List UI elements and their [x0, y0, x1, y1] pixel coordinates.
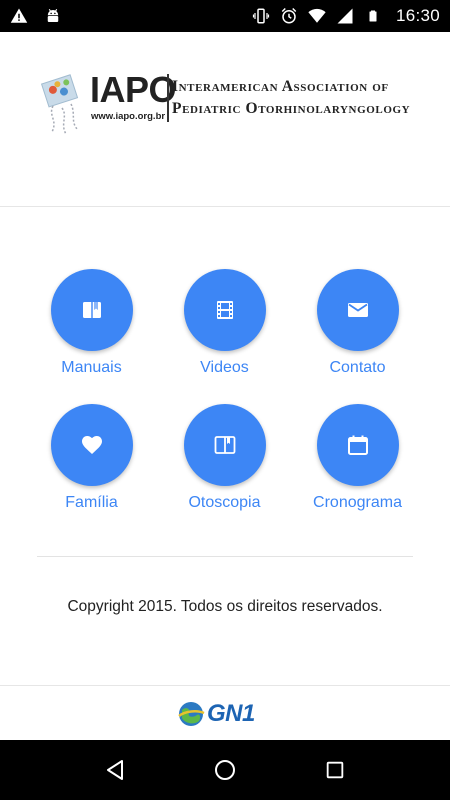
menu-label-manuais[interactable]: Manuais [61, 358, 121, 378]
menu-item-familia[interactable]: Família [25, 404, 158, 513]
menu-item-videos[interactable]: Videos [158, 269, 291, 378]
menu-label-cronograma[interactable]: Cronograma [313, 493, 402, 513]
app-header: IAPO www.iapo.org.br Interamerican Assoc… [0, 32, 450, 207]
logo-acronym: IAPO [90, 69, 177, 110]
navigation-bar [0, 740, 450, 800]
signal-icon [336, 7, 354, 25]
alarm-icon [280, 7, 298, 25]
menu-button-cronograma[interactable] [316, 404, 399, 486]
globe-icon [178, 702, 205, 726]
menu-label-contato[interactable]: Contato [329, 358, 385, 378]
menu-label-videos[interactable]: Videos [200, 358, 249, 378]
warning-icon [10, 7, 28, 25]
menu-item-manuais[interactable]: Manuais [25, 269, 158, 378]
iapo-logo-icon [40, 74, 79, 135]
home-button[interactable] [205, 750, 245, 790]
menu-button-contato[interactable] [316, 269, 399, 351]
wifi-icon [308, 7, 326, 25]
vibrate-icon [252, 7, 270, 25]
logo-divider [167, 74, 169, 122]
menu-item-otoscopia[interactable]: Otoscopia [158, 404, 291, 513]
menu-label-otoscopia[interactable]: Otoscopia [188, 493, 260, 513]
gn1-logo[interactable]: GN1 [177, 698, 277, 730]
home-icon [215, 760, 235, 780]
logo-url: www.iapo.org.br [91, 111, 166, 122]
copyright-text: Copyright 2015. Todos os direitos reserv… [67, 598, 383, 615]
back-button[interactable] [95, 750, 135, 790]
android-icon [44, 7, 62, 25]
film-icon [216, 301, 233, 319]
open-book-icon [214, 436, 235, 454]
back-icon [107, 760, 123, 780]
menu-label-familia[interactable]: Família [65, 493, 117, 513]
status-bar: 16:30 [0, 0, 450, 32]
recents-icon [326, 761, 344, 779]
recents-button[interactable] [315, 750, 355, 790]
menu-grid: Manuais Videos Contato Família Otoscopia… [25, 269, 425, 513]
book-icon [82, 302, 101, 318]
menu-item-contato[interactable]: Contato [291, 269, 424, 378]
mail-icon [347, 303, 368, 317]
calendar-icon [347, 435, 368, 455]
logo-name-line2: Pediatric Otorhinolaryngology [172, 100, 411, 117]
content-divider [37, 556, 413, 557]
menu-item-cronograma[interactable]: Cronograma [291, 404, 424, 513]
menu-button-videos[interactable] [183, 269, 266, 351]
app-footer: GN1 [0, 685, 450, 740]
menu-button-manuais[interactable] [50, 269, 133, 351]
heart-icon [81, 436, 102, 454]
app-screen: IAPO www.iapo.org.br Interamerican Assoc… [0, 32, 450, 740]
clock-time: 16:30 [395, 6, 440, 25]
battery-icon [364, 7, 382, 25]
logo-name-line1: Interamerican Association of [172, 78, 389, 95]
menu-button-otoscopia[interactable] [183, 404, 266, 486]
gn1-brand-text: GN1 [207, 700, 255, 727]
menu-button-familia[interactable] [50, 404, 133, 486]
logo-association-name: Interamerican Association of Pediatric O… [172, 76, 410, 120]
